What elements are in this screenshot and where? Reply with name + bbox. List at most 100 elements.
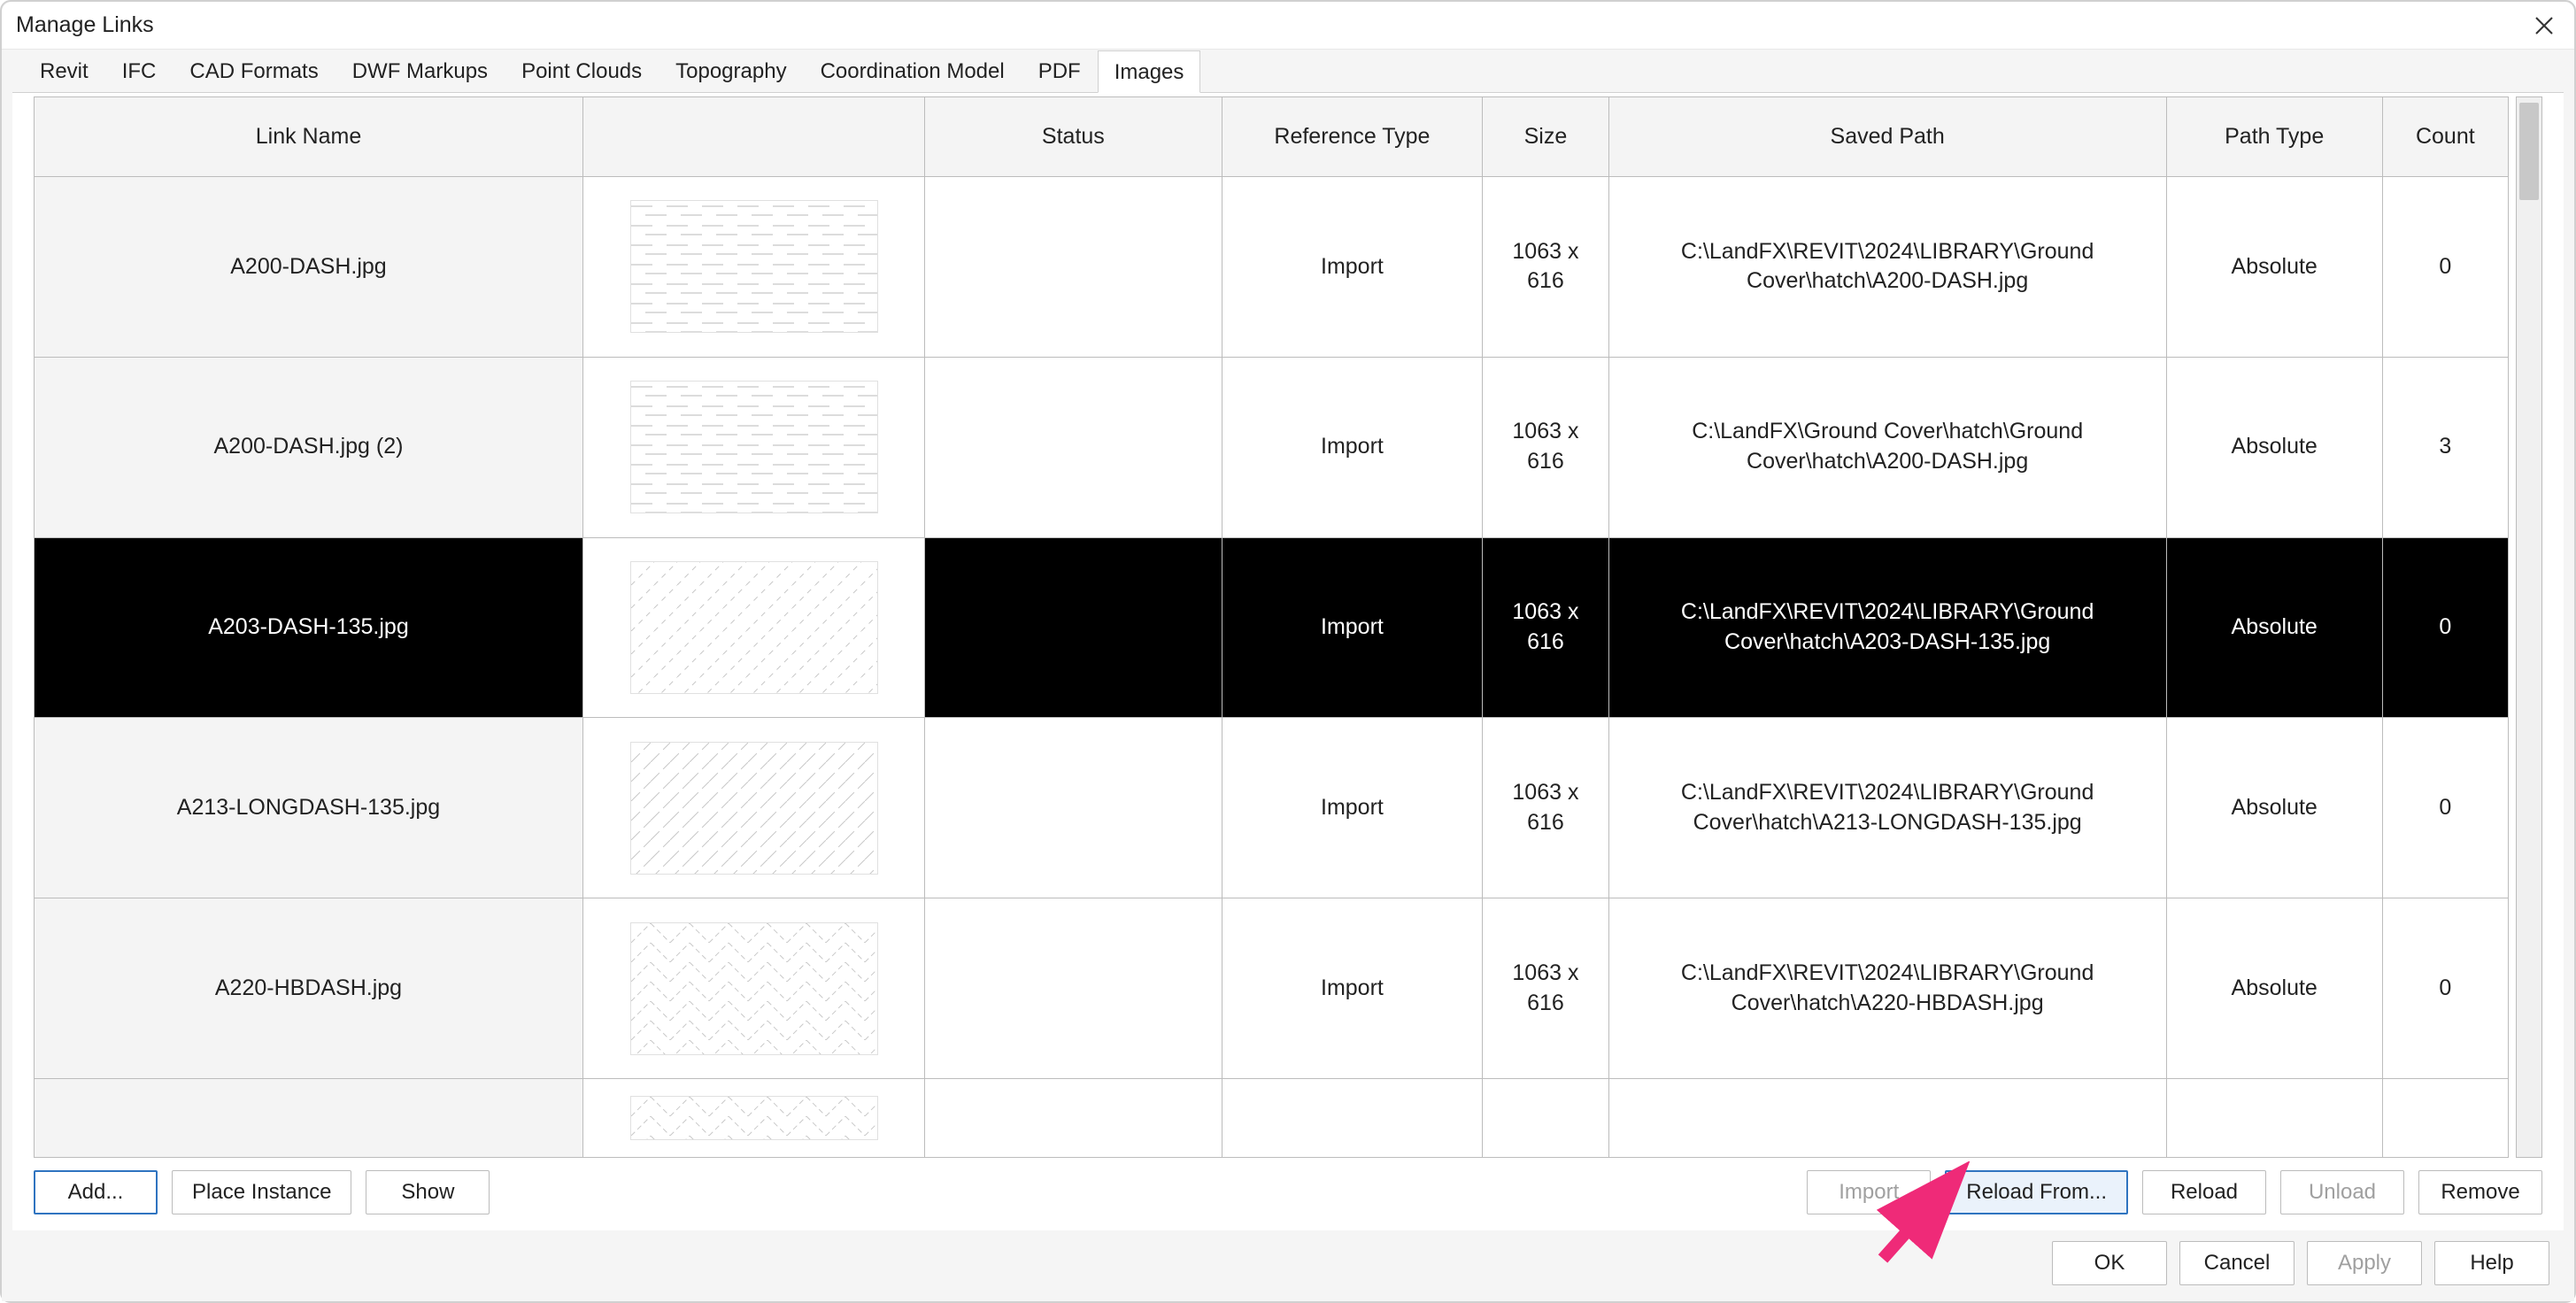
cell-size: 1063 x 616	[1483, 718, 1608, 898]
tab-coordination-model[interactable]: Coordination Model	[804, 50, 1022, 92]
apply-button: Apply	[2307, 1241, 2422, 1285]
tab-pdf[interactable]: PDF	[1022, 50, 1098, 92]
close-button[interactable]	[2528, 10, 2560, 42]
table-row[interactable]: A200-DASH.jpg (2) Import 1063 x 616 C:\L…	[35, 357, 2509, 537]
cell-link-name: A220-HBDASH.jpg	[35, 898, 583, 1079]
cell-count: 0	[2382, 898, 2508, 1079]
tab-point-clouds[interactable]: Point Clouds	[505, 50, 659, 92]
cell-link-name: A203-DASH-135.jpg	[35, 537, 583, 718]
action-row: Add... Place Instance Show Import Reload…	[12, 1158, 2564, 1230]
cell-ref-type: Import	[1222, 898, 1483, 1079]
content-panel: Link Name Status Reference Type Size Sav…	[12, 92, 2564, 1158]
col-count[interactable]: Count	[2382, 97, 2508, 177]
hatch-thumbnail	[630, 742, 878, 875]
tab-cad-formats[interactable]: CAD Formats	[173, 50, 335, 92]
dialog-footer: OK Cancel Apply Help	[2, 1230, 2574, 1301]
close-icon	[2534, 16, 2554, 35]
table-row[interactable]	[35, 1078, 2509, 1157]
col-path-type[interactable]: Path Type	[2166, 97, 2382, 177]
col-size[interactable]: Size	[1483, 97, 1608, 177]
cell-preview	[582, 177, 924, 358]
cell-path	[1608, 1078, 2166, 1157]
table-row[interactable]: A220-HBDASH.jpg Import 1063 x 616 C:\Lan…	[35, 898, 2509, 1079]
ok-button[interactable]: OK	[2052, 1241, 2167, 1285]
cell-count: 0	[2382, 537, 2508, 718]
tab-topography[interactable]: Topography	[659, 50, 803, 92]
tab-revit[interactable]: Revit	[23, 50, 105, 92]
table-row[interactable]: A203-DASH-135.jpg Import 1063 x 616 C:\L…	[35, 537, 2509, 718]
cell-preview	[582, 718, 924, 898]
cell-path: C:\LandFX\REVIT\2024\LIBRARY\Ground Cove…	[1608, 177, 2166, 358]
cell-ref-type: Import	[1222, 718, 1483, 898]
table-header-row: Link Name Status Reference Type Size Sav…	[35, 97, 2509, 177]
titlebar: Manage Links	[2, 2, 2574, 50]
hatch-thumbnail	[630, 1096, 878, 1140]
col-preview[interactable]	[582, 97, 924, 177]
hatch-thumbnail	[630, 561, 878, 694]
cell-path-type: Absolute	[2166, 177, 2382, 358]
tab-images[interactable]: Images	[1098, 50, 1201, 93]
table-row[interactable]: A213-LONGDASH-135.jpg Import 1063 x 616 …	[35, 718, 2509, 898]
remove-button[interactable]: Remove	[2418, 1170, 2542, 1214]
scrollbar-thumb[interactable]	[2519, 103, 2539, 200]
cell-preview	[582, 537, 924, 718]
unload-button: Unload	[2280, 1170, 2404, 1214]
cell-count: 0	[2382, 177, 2508, 358]
reload-button[interactable]: Reload	[2142, 1170, 2266, 1214]
cell-count: 3	[2382, 357, 2508, 537]
cell-ref-type: Import	[1222, 357, 1483, 537]
cell-status	[925, 357, 1222, 537]
cell-link-name: A213-LONGDASH-135.jpg	[35, 718, 583, 898]
cell-link-name: A200-DASH.jpg (2)	[35, 357, 583, 537]
tabstrip: Revit IFC CAD Formats DWF Markups Point …	[2, 50, 2574, 92]
col-saved-path[interactable]: Saved Path	[1608, 97, 2166, 177]
cell-status	[925, 898, 1222, 1079]
cell-status	[925, 177, 1222, 358]
cell-count: 0	[2382, 718, 2508, 898]
reload-from-button[interactable]: Reload From...	[1945, 1170, 2128, 1214]
cell-path-type: Absolute	[2166, 718, 2382, 898]
col-link-name[interactable]: Link Name	[35, 97, 583, 177]
col-ref-type[interactable]: Reference Type	[1222, 97, 1483, 177]
tab-dwf-markups[interactable]: DWF Markups	[335, 50, 505, 92]
hatch-thumbnail	[630, 381, 878, 513]
cell-status	[925, 1078, 1222, 1157]
cell-preview	[582, 898, 924, 1079]
help-button[interactable]: Help	[2434, 1241, 2549, 1285]
show-button[interactable]: Show	[366, 1170, 490, 1214]
cell-size	[1483, 1078, 1608, 1157]
table-row[interactable]: A200-DASH.jpg Import 1063 x 616 C:\LandF…	[35, 177, 2509, 358]
table-wrap: Link Name Status Reference Type Size Sav…	[34, 96, 2542, 1158]
cell-path-type: Absolute	[2166, 898, 2382, 1079]
cell-size: 1063 x 616	[1483, 177, 1608, 358]
add-button[interactable]: Add...	[34, 1170, 158, 1214]
col-status[interactable]: Status	[925, 97, 1222, 177]
import-button: Import	[1807, 1170, 1931, 1214]
cell-size: 1063 x 616	[1483, 898, 1608, 1079]
cell-path-type: Absolute	[2166, 537, 2382, 718]
cell-size: 1063 x 616	[1483, 357, 1608, 537]
cell-path: C:\LandFX\REVIT\2024\LIBRARY\Ground Cove…	[1608, 898, 2166, 1079]
manage-links-dialog: Manage Links Revit IFC CAD Formats DWF M…	[0, 0, 2576, 1303]
cell-path: C:\LandFX\REVIT\2024\LIBRARY\Ground Cove…	[1608, 718, 2166, 898]
cell-preview	[582, 357, 924, 537]
hatch-thumbnail	[630, 200, 878, 333]
place-instance-button[interactable]: Place Instance	[172, 1170, 351, 1214]
tab-ifc[interactable]: IFC	[105, 50, 174, 92]
cancel-button[interactable]: Cancel	[2179, 1241, 2294, 1285]
window-title: Manage Links	[16, 12, 2528, 38]
cell-ref-type: Import	[1222, 177, 1483, 358]
cell-path-type: Absolute	[2166, 357, 2382, 537]
cell-size: 1063 x 616	[1483, 537, 1608, 718]
cell-ref-type	[1222, 1078, 1483, 1157]
cell-status	[925, 537, 1222, 718]
links-table: Link Name Status Reference Type Size Sav…	[34, 96, 2509, 1158]
cell-link-name: A200-DASH.jpg	[35, 177, 583, 358]
hatch-thumbnail	[630, 922, 878, 1055]
cell-path: C:\LandFX\REVIT\2024\LIBRARY\Ground Cove…	[1608, 537, 2166, 718]
cell-path: C:\LandFX\Ground Cover\hatch\Ground Cove…	[1608, 357, 2166, 537]
cell-count	[2382, 1078, 2508, 1157]
cell-path-type	[2166, 1078, 2382, 1157]
cell-preview	[582, 1078, 924, 1157]
scrollbar[interactable]	[2516, 96, 2542, 1158]
